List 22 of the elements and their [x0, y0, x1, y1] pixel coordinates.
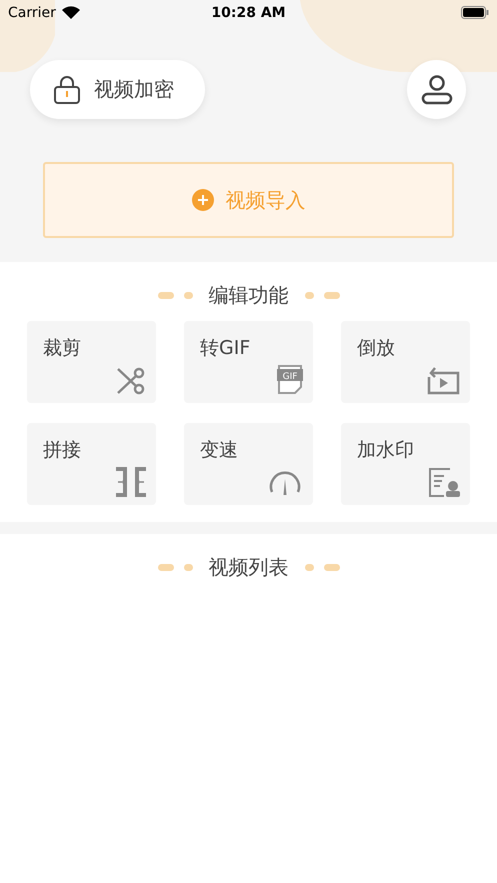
plus-icon	[192, 189, 214, 211]
video-encrypt-button[interactable]: 视频加密	[30, 60, 205, 119]
background-blob	[0, 0, 55, 72]
section-title: 视频列表	[208, 554, 288, 580]
tool-tile[interactable]: 转GIF GIF	[184, 321, 313, 403]
tool-tile[interactable]: 裁剪	[27, 321, 156, 403]
tool-tile[interactable]: 倒放	[341, 321, 470, 403]
wifi-icon	[62, 6, 80, 19]
tool-tile[interactable]: 拼接	[27, 423, 156, 505]
tool-tile[interactable]: 加水印	[341, 423, 470, 505]
user-icon	[420, 74, 452, 104]
battery-icon	[461, 6, 489, 19]
merge-icon	[116, 467, 146, 497]
status-time: 10:28 AM	[211, 4, 286, 20]
gif-file-icon: GIF	[277, 363, 303, 395]
carrier-label: Carrier	[8, 4, 56, 20]
tool-tile[interactable]: 变速	[184, 423, 313, 505]
section-title: 编辑功能	[208, 282, 288, 308]
replay-icon	[426, 365, 460, 395]
lock-icon	[54, 76, 80, 104]
scissors-icon	[116, 367, 146, 395]
document-person-icon	[428, 467, 460, 497]
